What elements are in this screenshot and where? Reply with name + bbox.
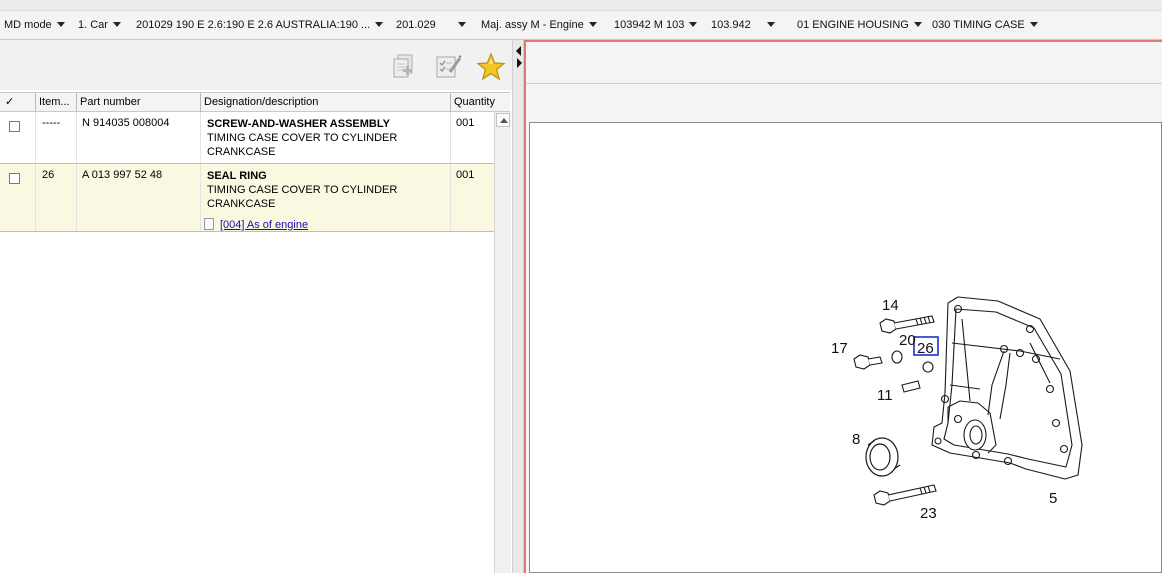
subgroup-label: 030 TIMING CASE <box>932 19 1025 31</box>
exploded-view-canvas[interactable]: 14 20 26 17 11 8 5 23 <box>529 122 1162 573</box>
favorite-star-icon[interactable] <box>476 52 506 82</box>
column-header-part-number[interactable]: Part number <box>76 93 200 112</box>
callout-5[interactable]: 5 <box>1049 490 1057 507</box>
parts-list-pane: ✓ Item... Part number Designation/descri… <box>0 40 512 573</box>
timing-case-cover-drawing <box>931 296 1083 480</box>
column-header-quantity[interactable]: Quantity <box>450 93 510 112</box>
designation-line: TIMING CASE COVER TO CYLINDER <box>207 184 398 196</box>
column-header-check[interactable]: ✓ <box>0 93 35 112</box>
quantity-cell: 001 <box>450 164 494 231</box>
edit-checklist-icon[interactable] <box>433 52 463 82</box>
mode-selector-label: MD mode <box>4 19 52 31</box>
callout-11[interactable]: 11 <box>877 387 893 404</box>
chevron-down-icon <box>112 21 121 27</box>
row-select-cell <box>0 112 35 163</box>
callout-14[interactable]: 14 <box>882 297 899 314</box>
collapse-left-arrow-icon[interactable] <box>516 46 521 56</box>
table-row[interactable]: ----- N 914035 008004 SCREW-AND-WASHER A… <box>0 112 494 164</box>
bolt-14-drawing <box>879 315 935 334</box>
callout-17[interactable]: 17 <box>831 340 848 357</box>
row-select-cell <box>0 164 35 231</box>
note-document-icon <box>204 218 214 231</box>
chevron-down-icon <box>458 21 466 27</box>
column-header-item[interactable]: Item... <box>35 93 76 112</box>
row-checkbox[interactable] <box>9 173 20 184</box>
add-document-icon[interactable] <box>389 52 419 82</box>
breadcrumb-toolbar: MD mode 1. Car 201029 190 E 2.6:190 E 2.… <box>0 11 1162 40</box>
chevron-down-icon <box>375 21 384 27</box>
group-label: 01 ENGINE HOUSING <box>797 19 909 31</box>
pane-splitter[interactable] <box>512 40 524 573</box>
model-selector[interactable]: 201029 190 E 2.6:190 E 2.6 AUSTRALIA:190… <box>136 18 384 32</box>
chevron-down-icon <box>766 21 775 27</box>
vertical-scrollbar[interactable] <box>494 112 511 573</box>
bolt-17-drawing <box>853 354 883 370</box>
designation-line: TIMING CASE COVER TO CYLINDER <box>207 132 398 144</box>
footnote: [004] As of engine <box>204 218 308 232</box>
diagram-toolbar <box>526 42 1162 84</box>
seal-ring-26-drawing <box>922 361 934 373</box>
row-checkbox[interactable] <box>9 121 20 132</box>
major-assembly-selector[interactable]: Maj. assy M - Engine <box>481 18 597 32</box>
parts-grid-header: ✓ Item... Part number Designation/descri… <box>0 92 510 112</box>
callout-8[interactable]: 8 <box>852 431 860 448</box>
item-cell: 26 <box>35 164 76 231</box>
window-top-strip <box>0 0 1162 11</box>
engine-code-selector[interactable]: 103.942 <box>711 18 775 32</box>
callout-20[interactable]: 20 <box>899 332 916 349</box>
model-code-label: 201.029 <box>396 19 436 31</box>
model-label: 201029 190 E 2.6:190 E 2.6 AUSTRALIA:190… <box>136 19 371 31</box>
engine-selector[interactable]: 103942 M 103 <box>614 18 698 32</box>
washer-20-drawing <box>891 350 903 364</box>
shaft-seal-8-drawing <box>865 437 901 477</box>
engine-code-label: 103.942 <box>711 19 751 31</box>
quantity-cell: 001 <box>450 112 494 163</box>
scroll-up-arrow-icon[interactable] <box>496 113 510 127</box>
chevron-down-icon <box>1029 21 1038 27</box>
callout-26[interactable]: 26 <box>917 340 934 357</box>
designation-title: SEAL RING <box>207 170 267 182</box>
group-selector[interactable]: 01 ENGINE HOUSING <box>797 18 922 32</box>
item-cell: ----- <box>35 112 76 163</box>
designation-line: CRANKCASE <box>207 198 276 210</box>
expand-right-arrow-icon[interactable] <box>517 58 522 68</box>
callout-23[interactable]: 23 <box>920 505 937 522</box>
designation-line: CRANKCASE <box>207 146 276 158</box>
part-number-cell: A 013 997 52 48 <box>76 164 200 231</box>
subgroup-selector[interactable]: 030 TIMING CASE <box>932 18 1038 32</box>
dowel-pin-11-drawing <box>901 380 921 393</box>
vehicle-class-selector[interactable]: 1. Car <box>78 18 121 32</box>
designation-cell: SCREW-AND-WASHER ASSEMBLY TIMING CASE CO… <box>200 112 450 163</box>
part-number-cell: N 914035 008004 <box>76 112 200 163</box>
designation-title: SCREW-AND-WASHER ASSEMBLY <box>207 118 390 130</box>
parts-grid-body: ----- N 914035 008004 SCREW-AND-WASHER A… <box>0 112 494 573</box>
column-header-designation[interactable]: Designation/description <box>200 93 450 112</box>
diagram-pane: 14 20 26 17 11 8 5 23 <box>524 40 1162 573</box>
chevron-down-icon <box>588 21 597 27</box>
major-assembly-label: Maj. assy M - Engine <box>481 19 584 31</box>
model-code-selector[interactable]: 201.029 <box>396 18 466 32</box>
timing-case-exploded-diagram: 14 20 26 17 11 8 5 23 <box>831 296 1083 522</box>
engine-label: 103942 M 103 <box>614 19 685 31</box>
vehicle-class-label: 1. Car <box>78 19 108 31</box>
parts-toolbar <box>0 40 512 90</box>
bolt-23-drawing <box>873 484 937 506</box>
chevron-down-icon <box>913 21 922 27</box>
mode-selector[interactable]: MD mode <box>4 18 65 32</box>
table-row[interactable]: 26 A 013 997 52 48 SEAL RING TIMING CASE… <box>0 164 494 232</box>
chevron-down-icon <box>689 21 698 27</box>
chevron-down-icon <box>56 21 65 27</box>
diagram-subtoolbar <box>526 85 1162 119</box>
footnote-link[interactable]: [004] As of engine <box>220 219 308 231</box>
